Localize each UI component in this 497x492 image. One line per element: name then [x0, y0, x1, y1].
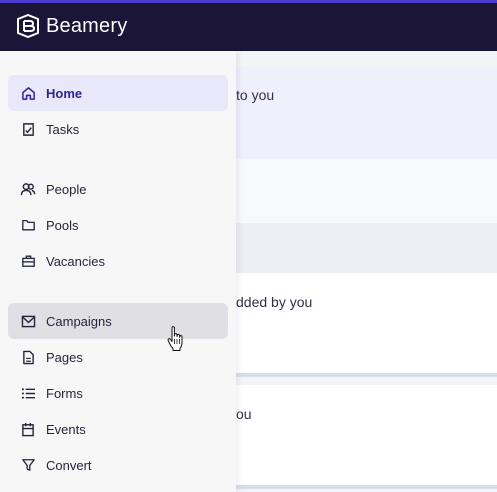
- sidebar-item-label: Campaigns: [46, 313, 112, 329]
- sidebar-item-people[interactable]: People: [8, 171, 228, 207]
- brand-logo[interactable]: Beamery: [16, 14, 127, 38]
- sidebar-item-vacancies[interactable]: Vacancies: [8, 243, 228, 279]
- sidebar-item-label: Tasks: [46, 121, 80, 137]
- sidebar-item-events[interactable]: Events: [8, 411, 228, 447]
- calendar-icon: [20, 421, 36, 437]
- tasks-icon: [20, 121, 36, 137]
- sidebar-item-label: Pools: [46, 217, 79, 233]
- list-icon: [20, 385, 36, 401]
- top-bar: Beamery: [0, 0, 497, 51]
- brand-name: Beamery: [46, 14, 128, 37]
- sidebar-item-forms[interactable]: Forms: [8, 375, 228, 411]
- briefcase-icon: [20, 253, 36, 269]
- page-icon: [20, 349, 36, 365]
- sidebar-item-home[interactable]: Home: [8, 75, 228, 111]
- panel-secondary: [236, 159, 497, 223]
- panel-for-you[interactable]: ou: [236, 385, 497, 489]
- sidebar-item-tasks[interactable]: Tasks: [8, 111, 228, 147]
- sidebar-item-pages[interactable]: Pages: [8, 339, 228, 375]
- sidebar-item-pools[interactable]: Pools: [8, 207, 228, 243]
- panel-section-header: [236, 223, 497, 273]
- sidebar-item-label: Events: [46, 421, 86, 437]
- sidebar-item-campaigns[interactable]: Campaigns: [8, 303, 228, 339]
- mail-icon: [20, 313, 36, 329]
- folder-icon: [20, 217, 36, 233]
- sidebar-item-label: Vacancies: [46, 253, 106, 269]
- sidebar-item-label: Home: [46, 85, 83, 101]
- panel-title: to you: [236, 87, 275, 103]
- home-icon: [20, 85, 36, 101]
- panel-assigned[interactable]: to you: [236, 67, 497, 159]
- sidebar-item-convert[interactable]: Convert: [8, 447, 228, 483]
- panel-title: ou: [236, 406, 252, 422]
- sidebar-item-label: Convert: [46, 457, 92, 473]
- beamery-logo-icon: [17, 14, 39, 38]
- people-icon: [20, 181, 36, 197]
- filter-icon: [20, 457, 36, 473]
- sidebar-item-label: Pages: [46, 349, 83, 365]
- panel-title: dded by you: [236, 294, 313, 310]
- sidebar-nav: Home Tasks People Pools Vacancies Campai…: [0, 51, 236, 492]
- panel-added-by-you[interactable]: dded by you: [236, 273, 497, 377]
- sidebar-item-label: Forms: [46, 385, 83, 401]
- sidebar-item-label: People: [46, 181, 87, 197]
